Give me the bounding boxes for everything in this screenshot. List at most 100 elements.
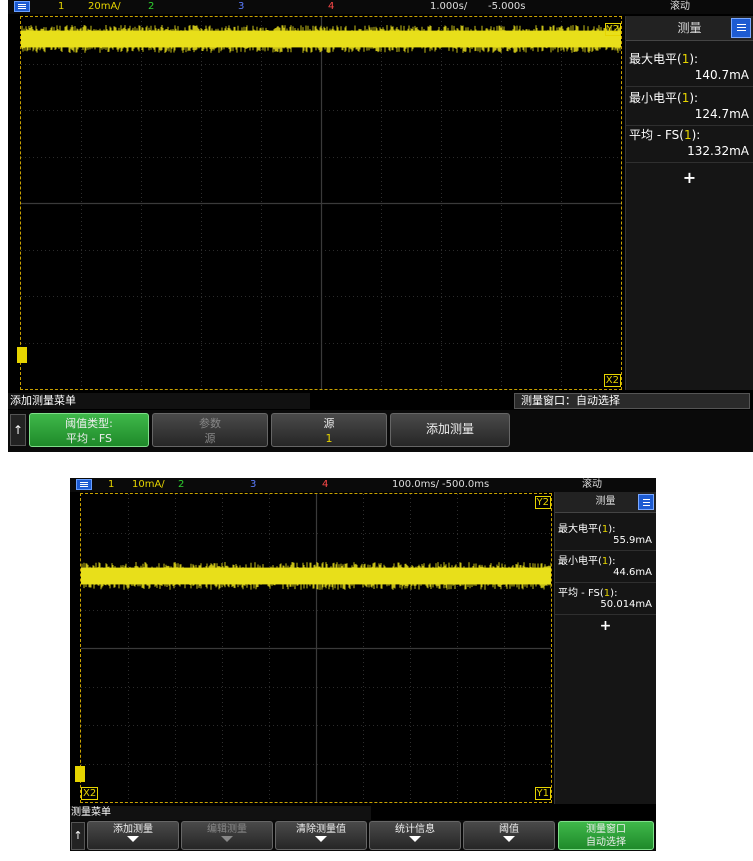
menu-title: 添加测量菜单 [8, 393, 310, 409]
timebase-readout[interactable]: 100.0ms/ [392, 478, 439, 492]
softkey-line2: 平均 - FS [65, 432, 113, 445]
panel-header: 测量 [555, 492, 656, 513]
add-measurement-softkey[interactable]: 添加测量 [390, 413, 510, 447]
acquisition-mode[interactable]: 滚动 [582, 478, 602, 492]
measurement-channel: 1 [601, 556, 609, 567]
softkey-line1: 源 [323, 417, 335, 430]
menu-icon[interactable] [14, 1, 30, 12]
graticule [21, 17, 621, 389]
threshold-type-softkey[interactable]: 阈值类型: 平均 - FS [29, 413, 149, 447]
channel-3-label[interactable]: 3 [238, 0, 244, 14]
status-bar: 1 10mA/ 2 3 4 100.0ms/ -500.0ms 滚动 [70, 478, 656, 492]
y1-marker: Y1 [534, 787, 551, 800]
x2-marker: X2 [603, 374, 621, 387]
waveform-trace [21, 25, 621, 53]
y2-marker: Y2 [604, 23, 621, 36]
measurement-name: 最小电平 [558, 556, 598, 567]
arrow-down-icon [127, 836, 139, 842]
softkey-line1: 阈值 [499, 824, 519, 835]
measurement-channel: 1 [681, 52, 690, 66]
channel-3-label[interactable]: 3 [250, 478, 256, 492]
measurement-name: 最小电平 [629, 91, 678, 105]
timebase-readout[interactable]: 1.000s/ [430, 0, 467, 14]
measurement-max[interactable]: 最大电平(1): 140.7mA [626, 50, 753, 87]
oscilloscope-screen-2: 1 10mA/ 2 3 4 100.0ms/ -500.0ms 滚动 Y2 X2… [70, 478, 656, 851]
softkey-line1: 编辑测量 [207, 824, 247, 835]
status-bar: 1 20mA/ 2 3 4 1.000s/ -5.000s 滚动 [8, 0, 753, 14]
measurement-channel: 1 [683, 128, 692, 142]
waveform-grid[interactable]: Y2 X2 Y1 [75, 493, 552, 803]
waveform-grid[interactable]: Y2 X2 [17, 16, 622, 390]
arrow-down-icon [221, 836, 233, 842]
parameter-softkey[interactable]: 参数 源 [152, 413, 268, 447]
softkey-line1: 清除测量值 [296, 824, 346, 835]
arrow-down-icon [315, 836, 327, 842]
channel-2-label[interactable]: 2 [178, 478, 184, 492]
measurement-channel: 1 [681, 91, 690, 105]
menu-up-button[interactable]: ↑ [71, 822, 85, 850]
edit-measurement-softkey[interactable]: 编辑测量 [181, 821, 273, 850]
menu-icon[interactable] [76, 479, 92, 490]
softkey-line2: 1 [325, 432, 333, 445]
softkey-line2: 源 [204, 432, 216, 445]
measurement-value: 44.6mA [613, 567, 652, 578]
channel-1-scale[interactable]: 10mA/ [132, 478, 165, 492]
softkey-bar: ↑ 添加测量 编辑测量 清除测量值 统计信息 阈值 测量窗口 自动选择 [70, 820, 656, 851]
acquisition-mode[interactable]: 滚动 [670, 0, 690, 14]
softkey-line1: 添加测量 [113, 824, 153, 835]
panel-menu-icon[interactable] [731, 18, 751, 38]
threshold-softkey[interactable]: 阈值 [463, 821, 555, 850]
add-measurement-softkey[interactable]: 添加测量 [87, 821, 179, 850]
measurement-panel: 测量 最大电平(1): 140.7mA 最小电平(1): 124.7mA 平均 … [625, 16, 753, 390]
channel-1-scale[interactable]: 20mA/ [88, 0, 121, 14]
panel-menu-icon[interactable] [638, 494, 654, 510]
add-measurement-plus-icon[interactable]: + [555, 618, 656, 634]
measurement-average[interactable]: 平均 - FS(1): 50.014mA [555, 584, 656, 615]
channel-4-label[interactable]: 4 [322, 478, 328, 492]
measurement-min[interactable]: 最小电平(1): 44.6mA [555, 552, 656, 583]
softkey-line1: 统计信息 [395, 824, 435, 835]
softkey-line1: 参数 [199, 417, 221, 430]
measurement-channel: 1 [601, 524, 609, 535]
measurement-value: 132.32mA [687, 144, 749, 158]
measurement-min[interactable]: 最小电平(1): 124.7mA [626, 89, 753, 126]
delay-readout[interactable]: -5.000s [488, 0, 525, 14]
source-softkey[interactable]: 源 1 [271, 413, 387, 447]
measurement-name: 平均 - FS [629, 128, 680, 142]
measurement-max[interactable]: 最大电平(1): 55.9mA [555, 520, 656, 551]
measurement-name: 平均 - FS [558, 588, 600, 599]
channel-1-label[interactable]: 1 [58, 0, 64, 14]
measurement-window-label[interactable]: 测量窗口：自动选择 [514, 393, 750, 409]
clear-measurements-softkey[interactable]: 清除测量值 [275, 821, 367, 850]
statistics-softkey[interactable]: 统计信息 [369, 821, 461, 850]
oscilloscope-screen-1: 1 20mA/ 2 3 4 1.000s/ -5.000s 滚动 Y2 X2 测… [8, 0, 753, 452]
measurement-name: 最大电平 [629, 52, 678, 66]
measurement-channel: 1 [603, 588, 611, 599]
ground-marker[interactable] [75, 766, 85, 782]
panel-title: 测量 [677, 21, 702, 35]
measurement-value: 55.9mA [613, 535, 652, 546]
measurement-value: 50.014mA [600, 599, 652, 610]
menu-up-button[interactable]: ↑ [10, 414, 26, 446]
arrow-down-icon [409, 836, 421, 842]
graticule [81, 494, 551, 802]
softkey-line1: 添加测量 [425, 422, 474, 436]
add-measurement-plus-icon[interactable]: + [626, 168, 753, 187]
x2-marker: X2 [81, 787, 99, 800]
measurement-value: 140.7mA [694, 68, 749, 82]
channel-4-label[interactable]: 4 [328, 0, 334, 14]
measurement-window-softkey[interactable]: 测量窗口 自动选择 [558, 821, 654, 850]
ground-marker[interactable] [17, 347, 27, 363]
measurement-average[interactable]: 平均 - FS(1): 132.32mA [626, 126, 753, 163]
channel-1-label[interactable]: 1 [108, 478, 114, 492]
softkey-bar: ↑ 阈值类型: 平均 - FS 参数 源 源 1 添加测量 [8, 410, 753, 452]
panel-header: 测量 [626, 16, 753, 41]
softkey-line1: 阈值类型: [65, 417, 113, 430]
arrow-down-icon [503, 836, 515, 842]
channel-2-label[interactable]: 2 [148, 0, 154, 14]
softkey-line1: 测量窗口 [586, 824, 626, 835]
softkey-line2: 自动选择 [586, 837, 626, 848]
measurement-value: 124.7mA [694, 107, 749, 121]
measurement-panel: 测量 最大电平(1): 55.9mA 最小电平(1): 44.6mA 平均 - … [554, 492, 656, 804]
delay-readout[interactable]: -500.0ms [442, 478, 489, 492]
